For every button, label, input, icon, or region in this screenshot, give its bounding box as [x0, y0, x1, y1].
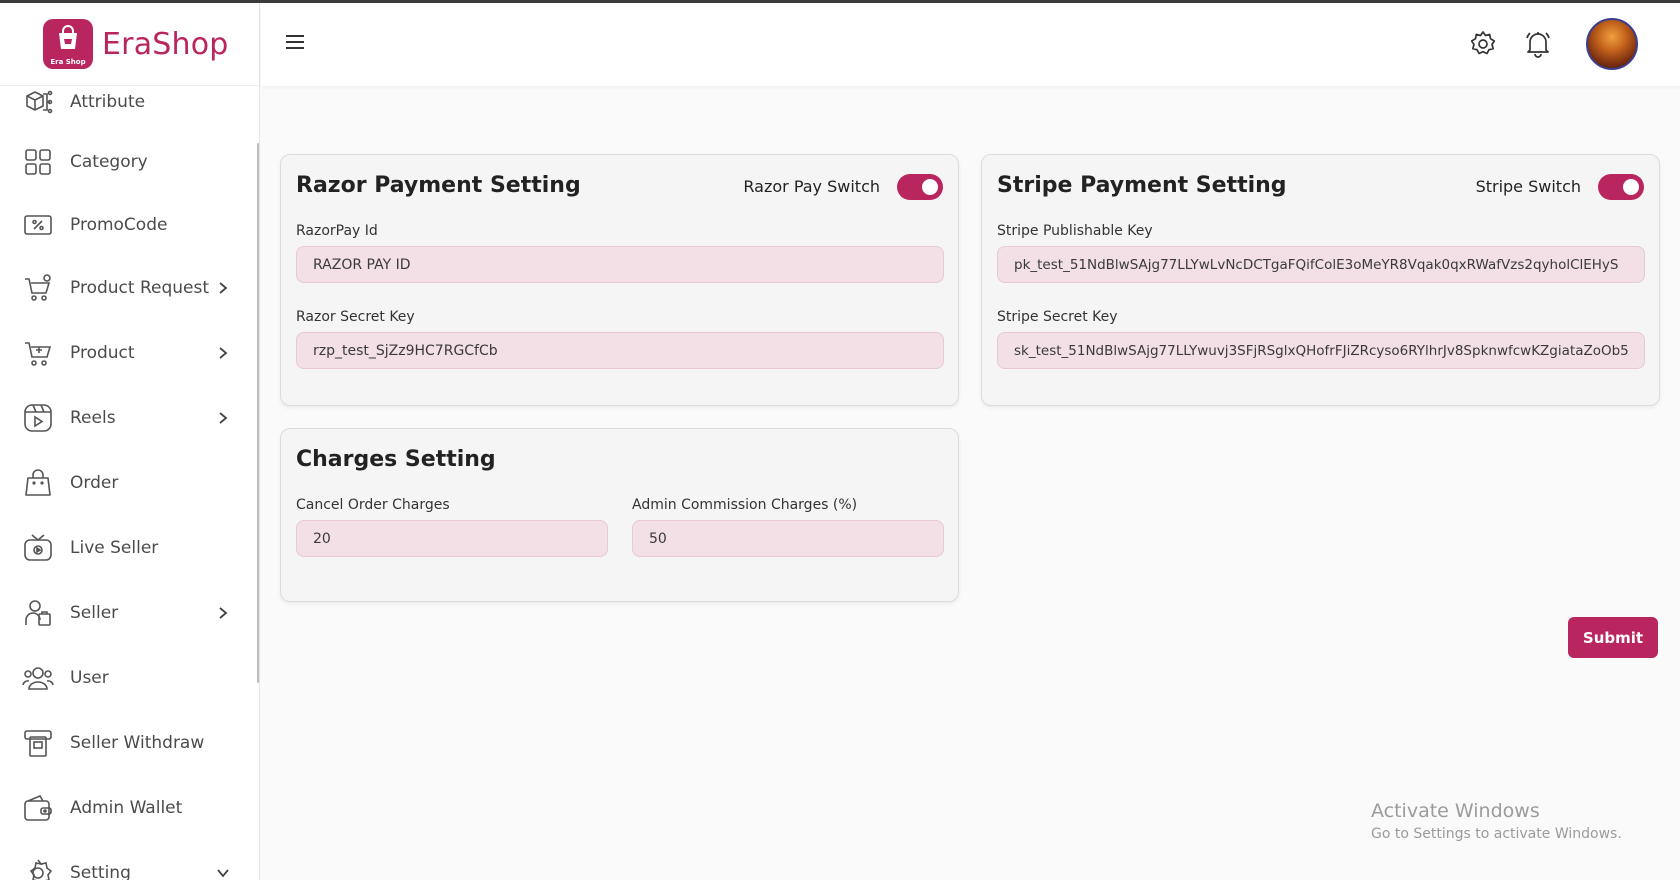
- chevron-right-icon: [213, 278, 233, 298]
- sidebar-item-label: Live Seller: [70, 538, 159, 558]
- hamburger-icon[interactable]: [286, 35, 306, 55]
- razorpay-id-label: RazorPay Id: [296, 223, 378, 239]
- category-icon: [22, 146, 54, 178]
- sidebar-item-label: Order: [70, 473, 119, 493]
- sidebar-item-label: Seller: [70, 603, 119, 623]
- reels-icon: [22, 402, 54, 434]
- sidebar-item-label: Product Request: [70, 278, 210, 298]
- charges-setting-card: Charges Setting Cancel Order Charges Adm…: [280, 428, 959, 602]
- razor-secret-label: Razor Secret Key: [296, 309, 415, 325]
- sidebar-item-user[interactable]: User: [0, 653, 255, 703]
- live-tv-icon: [22, 532, 54, 564]
- stripe-switch[interactable]: [1598, 174, 1644, 200]
- seller-icon: [22, 597, 54, 629]
- settings-gear-icon[interactable]: [1467, 28, 1499, 60]
- chevron-down-icon: [213, 863, 233, 880]
- activate-windows-watermark: Activate Windows Go to Settings to activ…: [1371, 800, 1622, 842]
- admin-commission-label: Admin Commission Charges (%): [632, 497, 858, 513]
- razor-secret-input[interactable]: [296, 332, 944, 369]
- attribute-icon: [22, 86, 54, 118]
- chevron-right-icon: [213, 408, 233, 428]
- stripe-publishable-input[interactable]: [997, 246, 1645, 283]
- cart-add-icon: [22, 337, 54, 369]
- bell-icon[interactable]: [1522, 28, 1554, 60]
- gear-icon: [22, 857, 54, 880]
- sidebar-item-reels[interactable]: Reels: [0, 393, 255, 443]
- sidebar-item-label: Product: [70, 343, 135, 363]
- admin-commission-input[interactable]: [632, 520, 944, 557]
- sidebar-item-seller-withdraw[interactable]: Seller Withdraw: [0, 718, 255, 768]
- sidebar-scrollbar[interactable]: [257, 143, 259, 683]
- sidebar-item-order[interactable]: Order: [0, 458, 255, 508]
- sidebar-item-label: Admin Wallet: [70, 798, 183, 818]
- razor-switch-label: Razor Pay Switch: [743, 177, 880, 196]
- sidebar-item-admin-wallet[interactable]: Admin Wallet: [0, 783, 255, 833]
- sidebar-item-label: Category: [70, 152, 148, 172]
- stripe-secret-label: Stripe Secret Key: [997, 309, 1118, 325]
- chevron-right-icon: [213, 343, 233, 363]
- stripe-switch-label: Stripe Switch: [1475, 177, 1581, 196]
- sidebar-item-seller[interactable]: Seller: [0, 588, 255, 638]
- razor-card-title: Razor Payment Setting: [296, 173, 581, 198]
- sidebar-item-label: Attribute: [70, 92, 146, 112]
- promocode-icon: [22, 209, 54, 241]
- logo-badge-icon: Era Shop: [43, 19, 93, 69]
- sidebar-item-category[interactable]: Category: [0, 137, 255, 187]
- cancel-order-charges-label: Cancel Order Charges: [296, 497, 450, 513]
- sidebar-item-label: PromoCode: [70, 215, 168, 235]
- cancel-order-charges-input[interactable]: [296, 520, 608, 557]
- sidebar-item-promocode[interactable]: PromoCode: [0, 200, 255, 250]
- sidebar-item-label: User: [70, 668, 109, 688]
- logo-badge-text: Era Shop: [50, 58, 86, 66]
- logo[interactable]: Era Shop EraShop: [0, 3, 259, 86]
- user-avatar[interactable]: [1586, 18, 1638, 70]
- app-name: EraShop: [102, 26, 229, 62]
- sidebar-item-live-seller[interactable]: Live Seller: [0, 523, 255, 573]
- sidebar-item-attribute[interactable]: Attribute: [0, 77, 255, 127]
- bag-icon: [22, 467, 54, 499]
- stripe-payment-card: Stripe Payment Setting Stripe Switch Str…: [981, 154, 1660, 406]
- razor-payment-card: Razor Payment Setting Razor Pay Switch R…: [280, 154, 959, 406]
- sidebar-item-label: Reels: [70, 408, 116, 428]
- cart-request-icon: [22, 272, 54, 304]
- sidebar-item-label: Seller Withdraw: [70, 733, 205, 753]
- wallet-icon: [22, 792, 54, 824]
- watermark-subtitle: Go to Settings to activate Windows.: [1371, 826, 1622, 842]
- submit-button[interactable]: Submit: [1568, 617, 1658, 658]
- withdraw-icon: [22, 727, 54, 759]
- sidebar-item-label: Setting: [70, 863, 131, 880]
- sidebar-item-product-request[interactable]: Product Request: [0, 263, 255, 313]
- users-icon: [22, 662, 54, 694]
- watermark-title: Activate Windows: [1371, 800, 1540, 822]
- charges-card-title: Charges Setting: [296, 447, 496, 472]
- sidebar-item-product[interactable]: Product: [0, 328, 255, 378]
- stripe-secret-input[interactable]: [997, 332, 1645, 369]
- top-header: [261, 3, 1680, 86]
- sidebar: Era Shop EraShop Attribute Category Prom…: [0, 3, 260, 880]
- stripe-card-title: Stripe Payment Setting: [997, 173, 1287, 198]
- chevron-right-icon: [213, 603, 233, 623]
- razorpay-id-input[interactable]: [296, 246, 944, 283]
- stripe-publishable-label: Stripe Publishable Key: [997, 223, 1153, 239]
- sidebar-item-setting[interactable]: Setting: [0, 848, 255, 880]
- razor-pay-switch[interactable]: [897, 174, 943, 200]
